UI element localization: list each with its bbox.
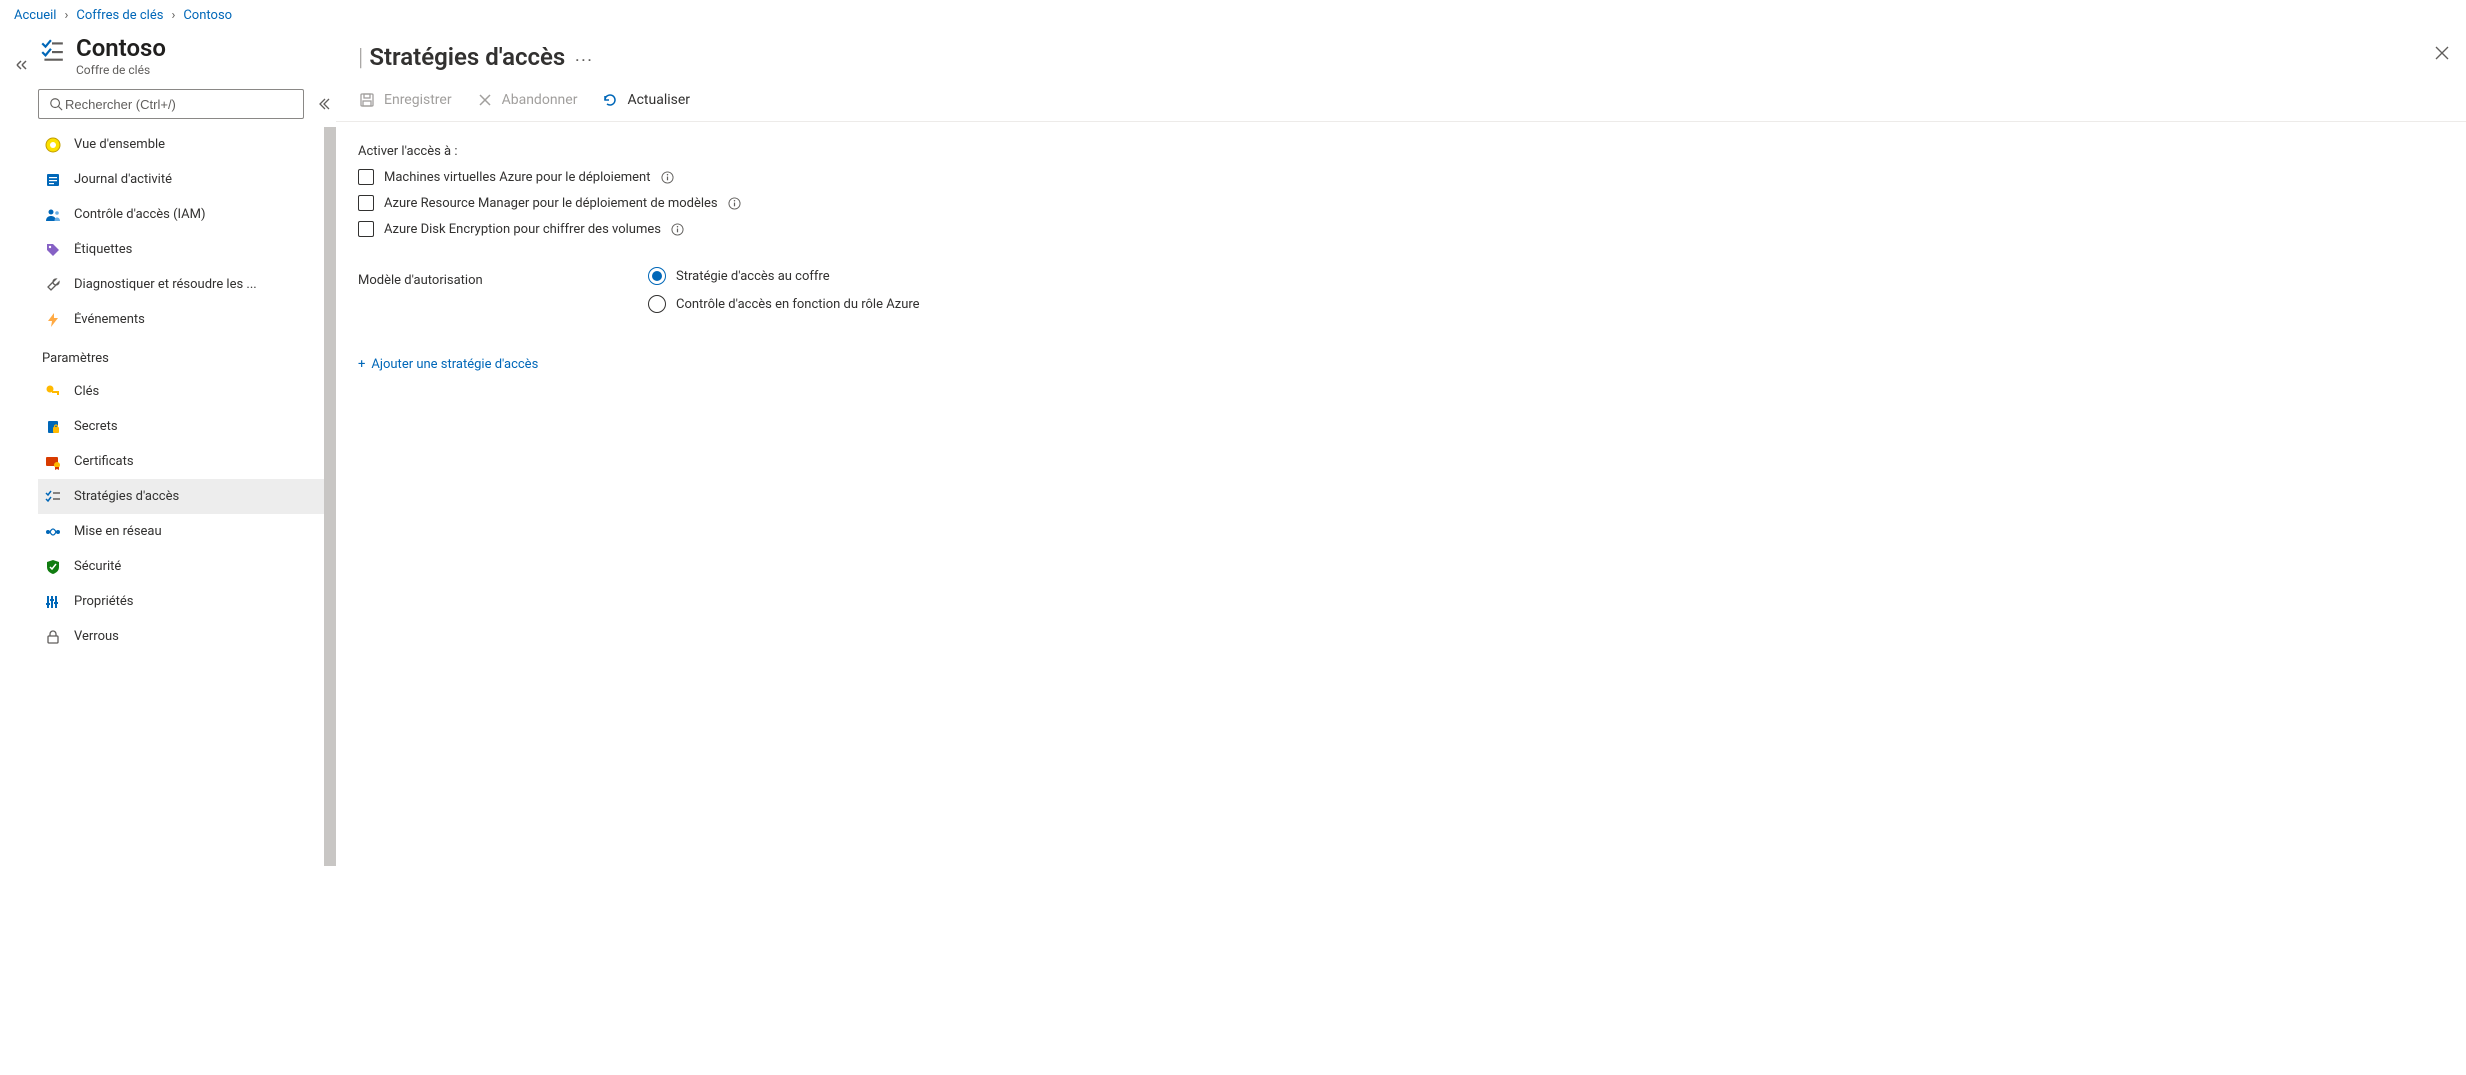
more-menu-icon[interactable]: ··· — [575, 53, 593, 69]
activity-log-icon — [44, 171, 62, 189]
toolbar: Enregistrer Abandonner Actualiser — [336, 81, 2466, 122]
checklist-small-icon — [44, 488, 62, 506]
sidebar-item-access-control[interactable]: Contrôle d'accès (IAM) — [38, 197, 336, 232]
sidebar-item-label: Diagnostiquer et résoudre les ... — [74, 277, 257, 292]
shield-icon — [44, 558, 62, 576]
sidebar-item-properties[interactable]: Propriétés — [38, 584, 336, 619]
certificate-icon — [44, 453, 62, 471]
refresh-icon — [601, 91, 619, 109]
breadcrumb-link-vaults[interactable]: Coffres de clés — [76, 8, 163, 23]
refresh-label: Actualiser — [627, 92, 690, 108]
sidebar-item-label: Vue d'ensemble — [74, 137, 165, 152]
checkbox-disk-encryption[interactable] — [358, 221, 374, 237]
breadcrumb-link-resource[interactable]: Contoso — [183, 8, 232, 23]
sidebar-item-security[interactable]: Sécurité — [38, 549, 336, 584]
sidebar-item-tags[interactable]: Étiquettes — [38, 232, 336, 267]
sidebar-item-activity-log[interactable]: Journal d'activité — [38, 162, 336, 197]
checklist-icon — [38, 35, 66, 67]
page-title: Contoso — [76, 35, 166, 61]
refresh-button[interactable]: Actualiser — [601, 91, 690, 109]
radio-label: Contrôle d'accès en fonction du rôle Azu… — [676, 297, 920, 312]
lightning-icon — [44, 311, 62, 329]
sidebar-item-label: Certificats — [74, 454, 134, 469]
sidebar-group-settings: Paramètres — [38, 337, 336, 374]
sidebar-item-label: Mise en réseau — [74, 524, 162, 539]
permission-model-label: Modèle d'autorisation — [358, 267, 528, 288]
sidebar-item-label: Journal d'activité — [74, 172, 172, 187]
checkbox-vm-deployment[interactable] — [358, 169, 374, 185]
scrollbar-thumb[interactable] — [324, 127, 336, 865]
sidebar-item-label: Étiquettes — [74, 242, 132, 257]
people-icon — [44, 206, 62, 224]
sidebar-item-label: Contrôle d'accès (IAM) — [74, 207, 206, 222]
wrench-icon — [44, 276, 62, 294]
sidebar-item-label: Stratégies d'accès — [74, 489, 179, 504]
sidebar-item-overview[interactable]: Vue d'ensemble — [38, 127, 336, 162]
add-access-policy-label: Ajouter une stratégie d'accès — [371, 357, 538, 372]
breadcrumb-sep: › — [171, 8, 175, 23]
sidebar-item-keys[interactable]: Clés — [38, 374, 336, 409]
sidebar: Contoso Coffre de clés Vue — [38, 31, 336, 1074]
sidebar-item-networking[interactable]: Mise en réseau — [38, 514, 336, 549]
save-icon — [358, 91, 376, 109]
checkbox-label: Machines virtuelles Azure pour le déploi… — [384, 170, 650, 185]
info-icon[interactable] — [671, 222, 685, 236]
search-input[interactable] — [65, 97, 295, 112]
breadcrumb-link-home[interactable]: Accueil — [14, 8, 56, 23]
info-icon[interactable] — [660, 170, 674, 184]
collapse-sidebar-icon[interactable] — [314, 94, 334, 114]
plus-icon: + — [358, 357, 365, 372]
radio-label: Stratégie d'accès au coffre — [676, 269, 830, 284]
sidebar-item-label: Secrets — [74, 419, 118, 434]
sidebar-item-secrets[interactable]: Secrets — [38, 409, 336, 444]
network-icon — [44, 523, 62, 541]
breadcrumb: Accueil › Coffres de clés › Contoso — [0, 0, 2466, 31]
key-icon — [44, 383, 62, 401]
enable-access-label: Activer l'accès à : — [358, 144, 2444, 159]
sidebar-item-label: Événements — [74, 312, 145, 327]
radio-azure-rbac[interactable]: Contrôle d'accès en fonction du rôle Azu… — [648, 295, 920, 313]
search-icon — [47, 95, 65, 113]
main-panel: | Stratégies d'accès ··· Enregistrer Aba… — [336, 31, 2466, 1074]
checkbox-label: Azure Resource Manager pour le déploieme… — [384, 196, 718, 211]
sidebar-item-label: Clés — [74, 384, 99, 399]
lock-icon — [44, 628, 62, 646]
title-divider: | — [358, 43, 363, 71]
properties-icon — [44, 593, 62, 611]
discard-label: Abandonner — [502, 92, 578, 108]
sidebar-item-label: Sécurité — [74, 559, 121, 574]
tag-icon — [44, 241, 62, 259]
info-icon[interactable] — [728, 196, 742, 210]
resource-type-label: Coffre de clés — [76, 63, 166, 77]
blade-title: Stratégies d'accès — [369, 43, 565, 71]
secret-icon — [44, 418, 62, 436]
sidebar-item-diagnose[interactable]: Diagnostiquer et résoudre les ... — [38, 267, 336, 302]
discard-button[interactable]: Abandonner — [476, 91, 578, 109]
sidebar-item-label: Propriétés — [74, 594, 134, 609]
radio-vault-access-policy[interactable]: Stratégie d'accès au coffre — [648, 267, 920, 285]
save-label: Enregistrer — [384, 92, 452, 108]
sidebar-item-events[interactable]: Événements — [38, 302, 336, 337]
discard-icon — [476, 91, 494, 109]
overview-icon — [44, 136, 62, 154]
radio-button[interactable] — [648, 267, 666, 285]
sidebar-item-certificates[interactable]: Certificats — [38, 444, 336, 479]
add-access-policy-link[interactable]: + Ajouter une stratégie d'accès — [358, 357, 538, 372]
search-box[interactable] — [38, 89, 304, 119]
breadcrumb-sep: › — [64, 8, 68, 23]
sidebar-item-locks[interactable]: Verrous — [38, 619, 336, 654]
checkbox-arm-template-deployment[interactable] — [358, 195, 374, 211]
save-button[interactable]: Enregistrer — [358, 91, 452, 109]
checkbox-label: Azure Disk Encryption pour chiffrer des … — [384, 222, 661, 237]
sidebar-item-access-policies[interactable]: Stratégies d'accès — [38, 479, 336, 514]
radio-button[interactable] — [648, 295, 666, 313]
sidebar-scrollbar[interactable] — [324, 127, 336, 1074]
global-nav-expand-icon[interactable] — [12, 56, 30, 74]
sidebar-item-label: Verrous — [74, 629, 119, 644]
close-button[interactable] — [2434, 45, 2450, 65]
sidebar-nav: Vue d'ensemble Journal d'activité Contrô… — [38, 127, 336, 1074]
